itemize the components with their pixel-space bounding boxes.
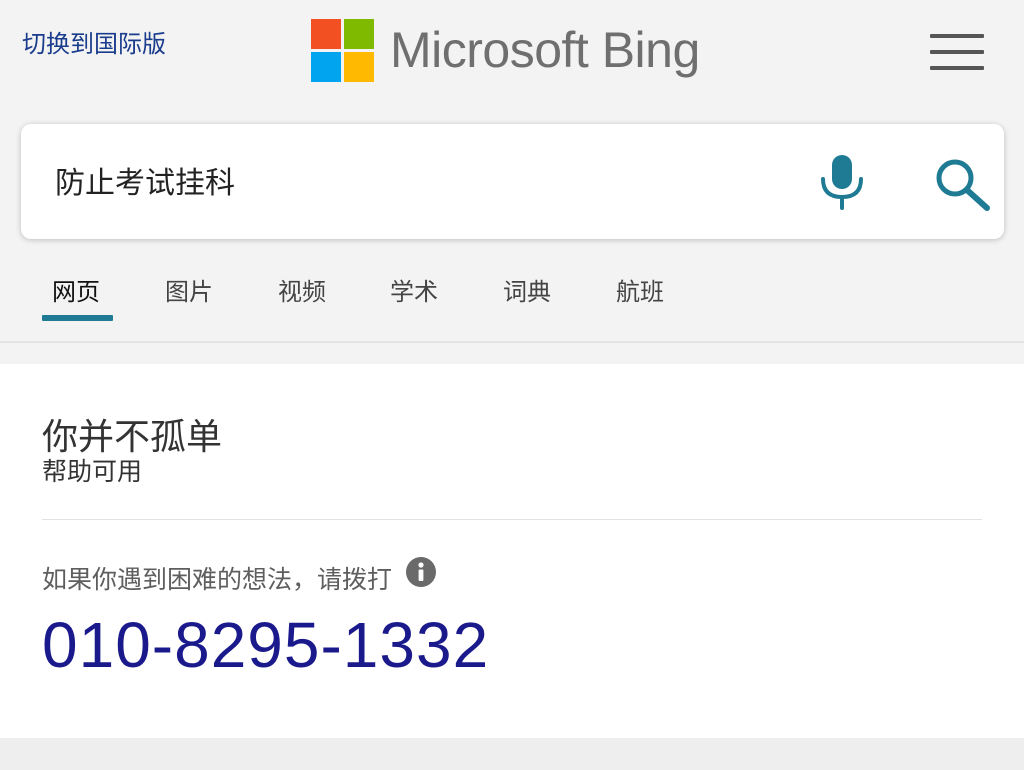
tab-videos[interactable]: 视频 xyxy=(278,272,326,307)
logo-text: Microsoft Bing xyxy=(390,22,700,78)
tab-flights[interactable]: 航班 xyxy=(616,272,664,307)
search-tabs: 网页 图片 视频 学术 词典 航班 xyxy=(0,262,1024,322)
tab-academic[interactable]: 学术 xyxy=(390,272,438,307)
search-box xyxy=(21,124,1004,239)
logo-square-yellow xyxy=(344,52,374,82)
active-tab-indicator xyxy=(42,315,113,321)
tab-images[interactable]: 图片 xyxy=(165,272,213,307)
help-card: 你并不孤单 帮助可用 如果你遇到困难的想法，请拨打 010-8295-1332 xyxy=(0,364,1024,738)
switch-to-international-link[interactable]: 切换到国际版 xyxy=(22,24,166,59)
search-icon[interactable] xyxy=(911,152,997,214)
microphone-icon[interactable] xyxy=(811,152,873,214)
prompt-text: 如果你遇到困难的想法，请拨打 xyxy=(42,565,393,594)
bottom-strip xyxy=(0,738,1024,770)
tab-web[interactable]: 网页 xyxy=(52,272,100,307)
logo-square-blue xyxy=(311,52,341,82)
info-icon[interactable] xyxy=(406,557,437,587)
helpline-prompt: 如果你遇到困难的想法，请拨打 xyxy=(42,557,437,596)
card-divider xyxy=(42,519,982,520)
bing-logo[interactable]: Microsoft Bing xyxy=(311,19,700,82)
header: 切换到国际版 Microsoft Bing xyxy=(0,0,1024,100)
logo-square-red xyxy=(311,19,341,49)
logo-square-green xyxy=(344,19,374,49)
microsoft-logo-icon xyxy=(311,19,374,82)
hamburger-menu-icon[interactable] xyxy=(930,32,984,72)
tab-dictionary[interactable]: 词典 xyxy=(503,272,551,307)
card-subtitle: 帮助可用 xyxy=(42,457,143,486)
search-input[interactable] xyxy=(53,154,757,206)
tabs-divider xyxy=(0,341,1024,343)
helpline-phone-link[interactable]: 010-8295-1332 xyxy=(42,608,489,682)
